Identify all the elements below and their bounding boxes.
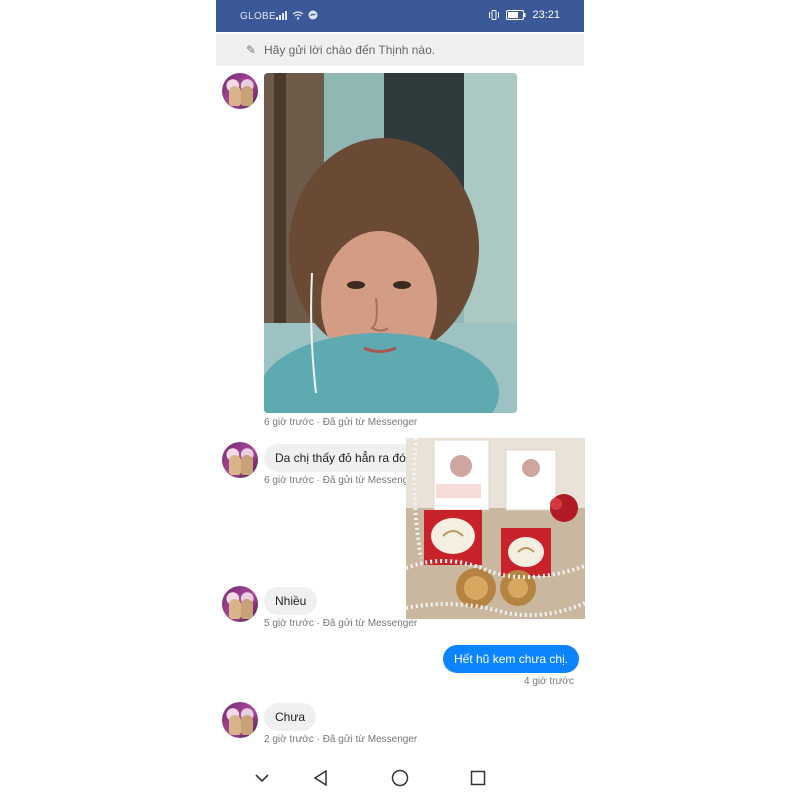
vibrate-icon xyxy=(489,10,500,20)
back-triangle-icon[interactable] xyxy=(311,768,331,788)
clock: 23:21 xyxy=(532,9,560,21)
messenger-icon xyxy=(308,10,318,20)
message-meta: 5 giờ trước · Đã gửi từ Messenger xyxy=(264,618,418,629)
android-nav-bar xyxy=(216,756,584,800)
battery-icon xyxy=(506,10,526,20)
wifi-icon xyxy=(292,10,304,20)
recents-square-icon[interactable] xyxy=(468,768,488,788)
message-meta: 6 giờ trước · Đã gửi từ Messenger xyxy=(264,475,418,486)
incoming-message[interactable]: Chưa xyxy=(264,703,317,731)
avatar[interactable] xyxy=(222,442,258,478)
status-icons-right: 23:21 xyxy=(488,9,560,21)
message-meta: 6 giờ trước · Đã gửi từ Messenger xyxy=(264,417,418,428)
messenger-screen: GLOBE 23:21 ✎ Hãy gửi lời chào đến Thịnh… xyxy=(216,0,584,800)
incoming-message[interactable]: Da chị thấy đỏ hẳn ra đó xyxy=(264,444,417,472)
chevron-down-icon[interactable] xyxy=(252,768,272,788)
greeting-bar[interactable]: ✎ Hãy gửi lời chào đến Thịnh nào. xyxy=(216,34,584,66)
selfie-photo[interactable] xyxy=(264,73,517,413)
signal-icon xyxy=(276,10,287,20)
home-circle-icon[interactable] xyxy=(390,768,410,788)
greeting-text: Hãy gửi lời chào đến Thịnh nào. xyxy=(264,43,436,57)
message-meta: 2 giờ trước · Đã gửi từ Messenger xyxy=(264,734,418,745)
status-icons-left xyxy=(276,10,318,20)
message-meta: 4 giờ trước xyxy=(524,676,574,687)
incoming-message[interactable]: Nhiều xyxy=(264,587,318,615)
pencil-icon: ✎ xyxy=(246,43,257,57)
avatar[interactable] xyxy=(222,702,258,738)
status-bar: GLOBE 23:21 xyxy=(216,0,584,32)
cream-product-photo xyxy=(406,438,585,619)
outgoing-message[interactable]: Hết hũ kem chưa chị. xyxy=(443,645,580,673)
carrier-label: GLOBE xyxy=(240,11,276,22)
avatar[interactable] xyxy=(222,586,258,622)
avatar[interactable] xyxy=(222,73,258,109)
